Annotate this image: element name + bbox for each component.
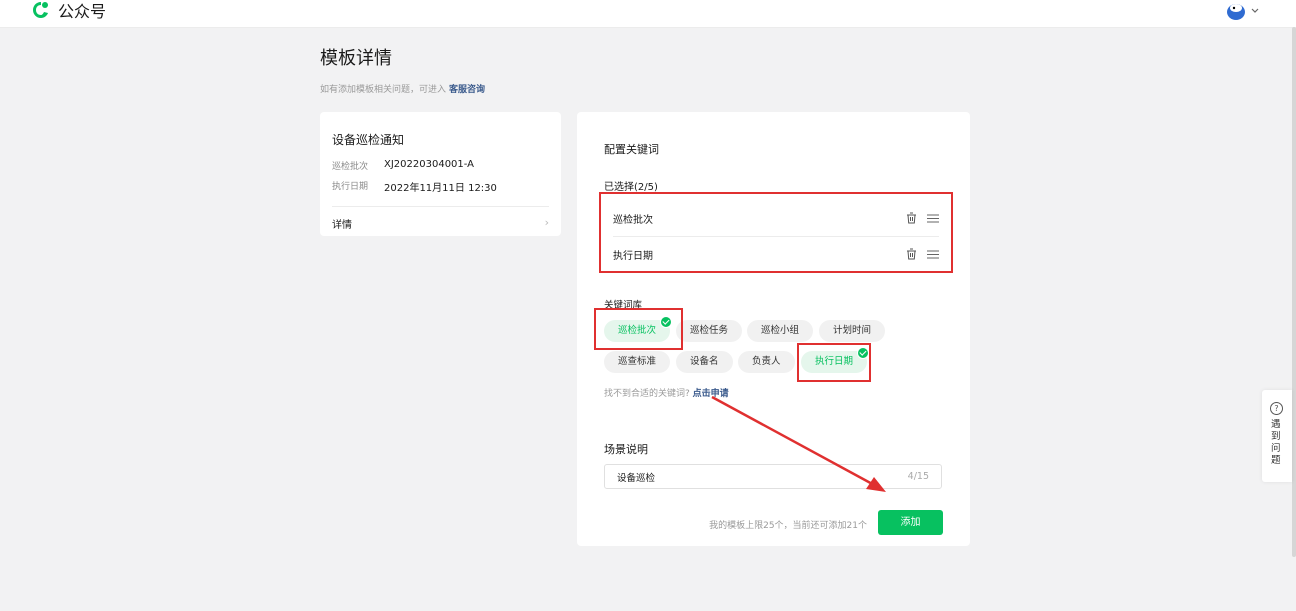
help-text: 遇到问题 <box>1271 419 1281 466</box>
annotation-arrow <box>711 395 886 492</box>
help-widget[interactable]: ? 遇到问题 <box>1262 390 1292 482</box>
question-icon: ? <box>1270 402 1283 415</box>
